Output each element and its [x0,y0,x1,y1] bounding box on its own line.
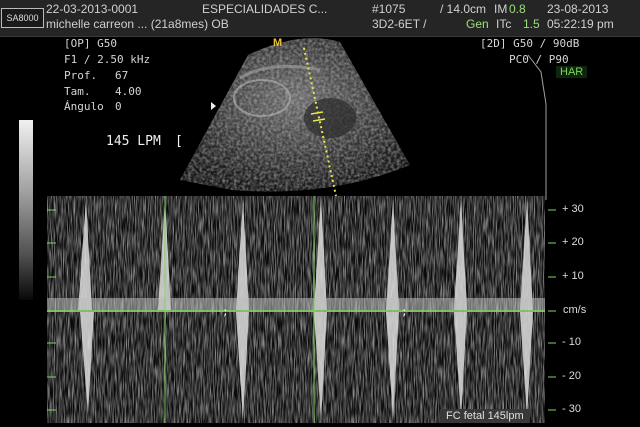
scale-label-plus30: + 30 [562,203,584,215]
scale-label-minus20: - 20 [562,370,581,382]
baseline-mark-2: ; [401,305,408,318]
scale-label-plus20: + 20 [562,236,584,248]
baseline-mark-1: ; [222,305,229,318]
doppler-spectrum: ; ; [47,196,556,423]
scale-label-minus30: - 30 [562,403,581,415]
right-axis-ticks [548,209,556,411]
fetal-heart-rate-box: FC fetal 145lpm [440,409,530,423]
scale-label-minus10: - 10 [562,336,581,348]
scale-unit-label: cm/s [563,304,587,316]
scale-label-plus10: + 10 [562,270,584,282]
spectrum-waveform [47,196,545,423]
